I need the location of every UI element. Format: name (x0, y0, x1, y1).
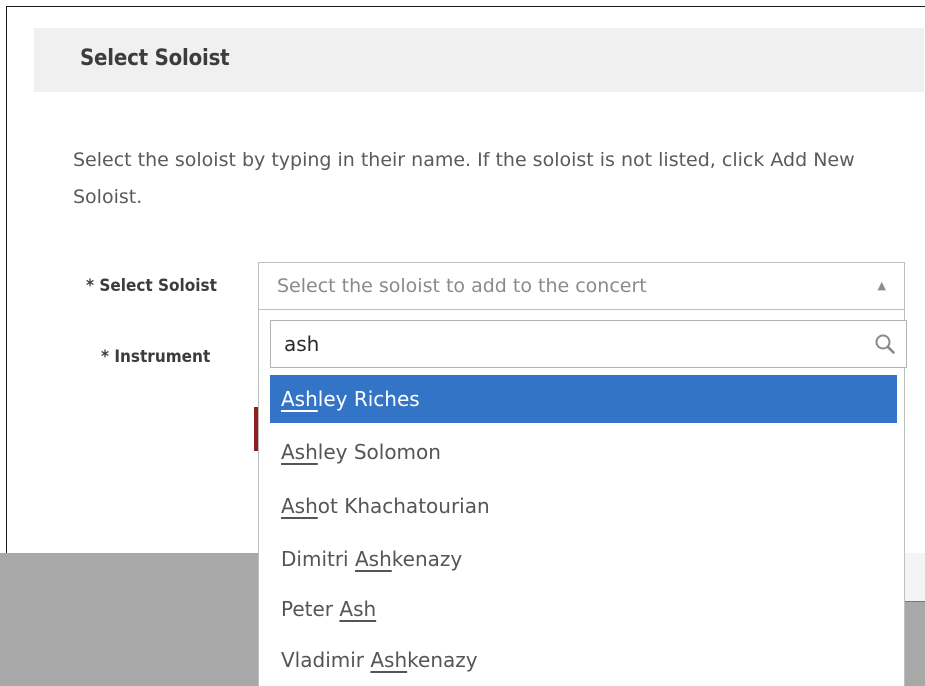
footer-edge (905, 553, 925, 602)
option-peter-ash[interactable]: Peter Ash (270, 585, 897, 633)
dialog-title: Select Soloist (80, 46, 230, 71)
option-after: ley Riches (317, 387, 420, 411)
option-after: kenazy (391, 547, 463, 571)
dialog-instructions: Select the soloist by typing in their na… (73, 149, 855, 208)
option-ashley-solomon[interactable]: Ashley Solomon (270, 428, 897, 476)
option-ashot-khachatourian[interactable]: Ashot Khachatourian (270, 482, 897, 530)
option-after: ley Solomon (317, 440, 441, 464)
option-before: Vladimir (281, 648, 371, 672)
option-match: Ash (339, 597, 377, 621)
option-dimitri-ashkenazy[interactable]: Dimitri Ashkenazy (270, 535, 897, 583)
option-match: Ash (370, 648, 408, 672)
option-match: Ash (281, 440, 318, 464)
option-before: Dimitri (281, 547, 355, 571)
caret-up-icon[interactable]: ▲ (878, 279, 886, 292)
option-match: Ash (281, 387, 318, 411)
search-value[interactable]: ash (284, 332, 319, 356)
instrument-label: * Instrument (101, 347, 211, 367)
option-match: Ash (281, 494, 318, 518)
search-icon (874, 333, 896, 359)
option-before: Peter (281, 597, 340, 621)
soloist-dropdown: ash Ashley Riches Ashley Solomon Ashot K… (258, 310, 907, 686)
dialog-header: Select Soloist (34, 28, 924, 92)
option-match: Ash (354, 547, 392, 571)
option-vladimir-ashkenazy[interactable]: Vladimir Ashkenazy (270, 636, 897, 684)
select-placeholder: Select the soloist to add to the concert (277, 275, 647, 297)
select-soloist-label: * Select Soloist (86, 276, 217, 296)
soloist-select[interactable]: Select the soloist to add to the concert… (258, 262, 905, 310)
option-ashley-riches[interactable]: Ashley Riches (270, 375, 897, 423)
option-after: kenazy (407, 648, 478, 672)
soloist-search-input[interactable]: ash (270, 320, 907, 368)
option-after: ot Khachatourian (317, 494, 490, 518)
